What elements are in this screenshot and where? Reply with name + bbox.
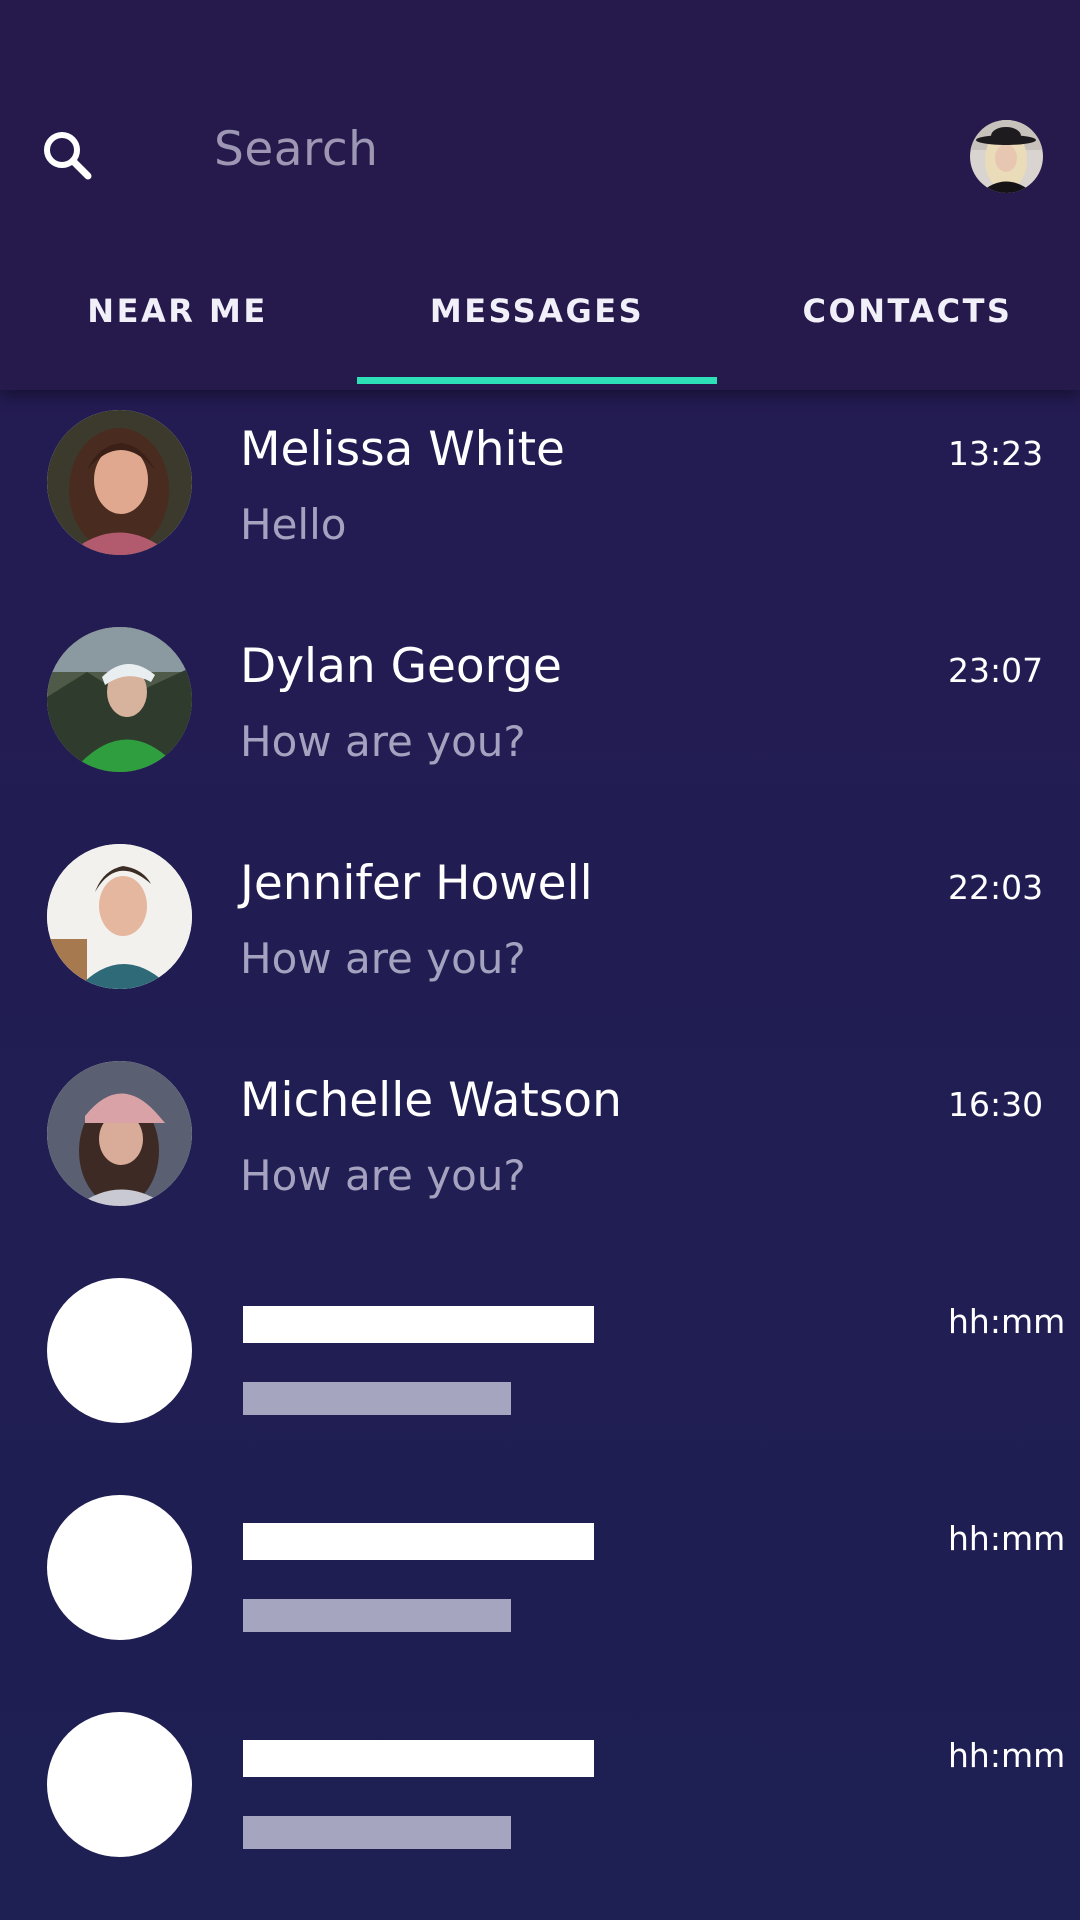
contact-name: Melissa White: [240, 422, 565, 477]
conversation-row[interactable]: Jennifer Howell How are you? 22:03: [0, 824, 1080, 1041]
tab-near-me[interactable]: NEAR ME: [60, 292, 295, 352]
message-placeholder-bar: [243, 1816, 511, 1849]
profile-avatar[interactable]: [970, 120, 1043, 193]
tab-bar: NEAR ME MESSAGES CONTACTS: [0, 270, 1080, 390]
name-placeholder-bar: [243, 1740, 594, 1777]
search-icon[interactable]: [40, 128, 96, 184]
message-time: 16:30: [948, 1085, 1044, 1124]
contact-avatar: [47, 627, 192, 772]
avatar-placeholder: [47, 1495, 192, 1640]
avatar-placeholder: [47, 1712, 192, 1857]
contact-name: Jennifer Howell: [240, 856, 593, 911]
contact-name: Dylan George: [240, 639, 562, 694]
placeholder-row: hh:mm: [0, 1692, 1080, 1909]
message-time: 23:07: [948, 651, 1044, 690]
conversation-row[interactable]: Melissa White Hello 13:23: [0, 390, 1080, 607]
contact-avatar: [47, 1061, 192, 1206]
contact-avatar: [47, 844, 192, 989]
name-placeholder-bar: [243, 1306, 594, 1343]
message-time: 13:23: [948, 434, 1044, 473]
message-placeholder-bar: [243, 1382, 511, 1415]
search-input[interactable]: Search: [214, 122, 378, 177]
app-header: Search NEAR ME MESSAGES CONTACTS: [0, 0, 1080, 390]
message-preview: How are you?: [240, 717, 526, 766]
message-preview: How are you?: [240, 1151, 526, 1200]
conversation-row[interactable]: Michelle Watson How are you? 16:30: [0, 1041, 1080, 1258]
time-placeholder: hh:mm: [948, 1736, 1066, 1775]
message-time: 22:03: [948, 868, 1044, 907]
active-tab-indicator: [357, 377, 717, 384]
message-preview: Hello: [240, 500, 347, 549]
contact-name: Michelle Watson: [240, 1073, 622, 1128]
avatar-placeholder: [47, 1278, 192, 1423]
conversation-row[interactable]: Dylan George How are you? 23:07: [0, 607, 1080, 824]
time-placeholder: hh:mm: [948, 1519, 1066, 1558]
contact-avatar: [47, 410, 192, 555]
message-preview: How are you?: [240, 934, 526, 983]
placeholder-row: hh:mm: [0, 1475, 1080, 1692]
time-placeholder: hh:mm: [948, 1302, 1066, 1341]
name-placeholder-bar: [243, 1523, 594, 1560]
message-placeholder-bar: [243, 1599, 511, 1632]
tab-messages[interactable]: MESSAGES: [402, 292, 672, 352]
messages-screen: Search NEAR ME MESSAGES CONTACTS Melissa…: [0, 0, 1080, 1920]
tab-contacts[interactable]: CONTACTS: [790, 292, 1025, 352]
placeholder-row: hh:mm: [0, 1258, 1080, 1475]
